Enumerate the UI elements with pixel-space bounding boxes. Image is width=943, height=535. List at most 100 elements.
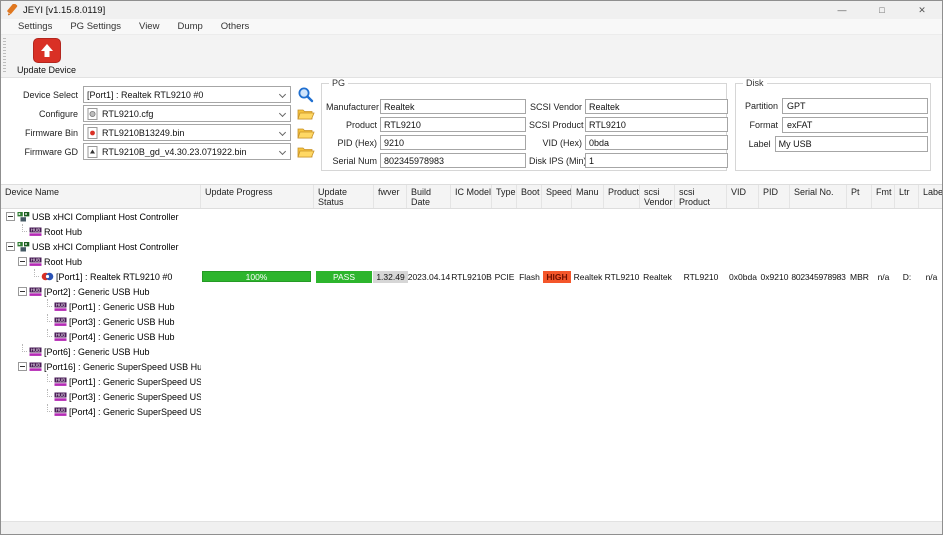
configuration-panel: Device Select [Port1] : Realtek RTL9210 …	[1, 79, 943, 184]
table-row[interactable]: HUB [Port6] : Generic USB Hub	[1, 344, 943, 359]
col-scsi-product[interactable]: scsi Product	[675, 185, 727, 208]
table-row[interactable]: HUB [Port16] : Generic SuperSpeed USB Hu…	[1, 359, 943, 374]
scsi-vendor-field[interactable]	[585, 99, 728, 114]
table-row[interactable]: HUB [Port1] : Generic SuperSpeed USB Hub	[1, 374, 943, 389]
disk-groupbox: Disk Partition GPT Format exFAT	[735, 83, 931, 171]
browse-firmware-gd-button[interactable]	[296, 143, 315, 160]
scsi-product-field[interactable]	[585, 117, 728, 132]
pid-hex-field[interactable]	[380, 135, 526, 150]
usb-hub-icon: HUB	[29, 361, 42, 372]
col-update-progress[interactable]: Update Progress	[201, 185, 314, 208]
usb-hub-icon: HUB	[29, 286, 42, 297]
col-type[interactable]: Type	[492, 185, 517, 208]
table-row[interactable]: USB xHCI Compliant Host Controller	[1, 209, 943, 224]
pid-hex-label: PID (Hex)	[326, 138, 377, 148]
volume-label-field[interactable]	[775, 136, 928, 152]
col-boot[interactable]: Boot	[517, 185, 542, 208]
folder-open-icon	[297, 107, 315, 121]
tree-collapse-toggle[interactable]	[6, 212, 15, 221]
table-row[interactable]: HUB [Port3] : Generic SuperSpeed USB Hub	[1, 389, 943, 404]
col-update-status[interactable]: Update Status	[314, 185, 374, 208]
svg-text:HUB: HUB	[56, 303, 65, 308]
col-pid[interactable]: PID	[759, 185, 790, 208]
firmware-bin-label: Firmware Bin	[3, 128, 83, 138]
serial-num-field[interactable]	[380, 153, 526, 168]
table-row[interactable]: HUB Root Hub	[1, 254, 943, 269]
tree-collapse-toggle[interactable]	[6, 242, 15, 251]
cfg-file-icon	[87, 108, 98, 120]
col-speed[interactable]: Speed	[542, 185, 572, 208]
close-button[interactable]: ✕	[902, 1, 942, 19]
menu-settings[interactable]: Settings	[9, 21, 61, 32]
update-device-button[interactable]: Update Device	[13, 37, 80, 76]
search-device-button[interactable]	[296, 86, 315, 103]
disk-ips-field[interactable]	[585, 153, 728, 168]
col-fmt[interactable]: Fmt	[872, 185, 895, 208]
status-bar	[1, 521, 943, 534]
toolbar: Update Device	[1, 35, 942, 78]
folder-open-icon	[297, 145, 315, 159]
col-serial-no[interactable]: Serial No.	[790, 185, 847, 208]
toolbar-gripper[interactable]	[3, 38, 6, 74]
menu-view[interactable]: View	[130, 21, 168, 32]
search-icon	[297, 86, 314, 103]
fwver-cell: 1.32.49	[374, 269, 407, 284]
browse-firmware-bin-button[interactable]	[296, 124, 315, 141]
speed-cell: HIGH	[542, 269, 572, 284]
menu-pg-settings[interactable]: PG Settings	[61, 21, 130, 32]
tree-connector	[43, 389, 52, 404]
tree-collapse-toggle[interactable]	[18, 287, 27, 296]
svg-text:HUB: HUB	[56, 408, 65, 413]
fmt-cell: n/a	[872, 269, 895, 284]
col-product[interactable]: Product	[604, 185, 640, 208]
browse-configure-button[interactable]	[296, 105, 315, 122]
table-row[interactable]: HUB Root Hub	[1, 224, 943, 239]
maximize-button[interactable]: □	[862, 1, 902, 19]
manufacturer-field[interactable]	[380, 99, 526, 114]
col-build-date[interactable]: Build Date	[407, 185, 451, 208]
serial-num-label: Serial Num	[326, 156, 377, 166]
update-arrow-icon	[33, 38, 61, 63]
tree-collapse-toggle[interactable]	[18, 257, 27, 266]
col-manu[interactable]: Manu	[572, 185, 604, 208]
disk-ips-label: Disk IPS (Min)	[529, 156, 582, 166]
firmware-bin-combobox[interactable]: RTL9210B13249.bin	[83, 124, 291, 141]
tree-collapse-toggle[interactable]	[18, 362, 27, 371]
product-field[interactable]	[380, 117, 526, 132]
col-vid[interactable]: VID	[727, 185, 759, 208]
table-row-realtek-device[interactable]: [Port1] : Realtek RTL9210 #0 100% PASS 1…	[1, 269, 943, 284]
device-select-combobox[interactable]: [Port1] : Realtek RTL9210 #0	[83, 86, 291, 103]
col-scsi-vendor[interactable]: scsi Vendor	[640, 185, 675, 208]
table-row[interactable]: USB xHCI Compliant Host Controller	[1, 239, 943, 254]
format-combobox[interactable]: exFAT	[782, 117, 928, 133]
boot-cell: Flash	[517, 269, 542, 284]
vid-cell: 0x0bda	[727, 269, 759, 284]
menu-dump[interactable]: Dump	[168, 21, 211, 32]
firmware-gd-combobox[interactable]: RTL9210B_gd_v4.30.23.071922.bin	[83, 143, 291, 160]
device-tree: USB xHCI Compliant Host Controller HUB R…	[1, 209, 943, 521]
table-row[interactable]: HUB [Port2] : Generic USB Hub	[1, 284, 943, 299]
col-pt[interactable]: Pt	[847, 185, 872, 208]
col-ltr[interactable]: Ltr	[895, 185, 919, 208]
table-row[interactable]: HUB [Port3] : Generic USB Hub	[1, 314, 943, 329]
tree-connector	[30, 269, 39, 284]
tree-connector	[43, 374, 52, 389]
vid-hex-field[interactable]	[585, 135, 728, 150]
col-label[interactable]: Label	[919, 185, 943, 208]
configure-combobox[interactable]: RTL9210.cfg	[83, 105, 291, 122]
usb-device-icon	[41, 271, 54, 282]
table-row[interactable]: HUB [Port4] : Generic SuperSpeed USB Hub	[1, 404, 943, 419]
vid-hex-label: VID (Hex)	[529, 138, 582, 148]
table-row[interactable]: HUB [Port1] : Generic USB Hub	[1, 299, 943, 314]
usb-hub-icon: HUB	[54, 316, 67, 327]
file-selection-form: Device Select [Port1] : Realtek RTL9210 …	[3, 86, 315, 162]
partition-combobox[interactable]: GPT	[782, 98, 928, 114]
col-fwver[interactable]: fwver	[374, 185, 407, 208]
col-device-name[interactable]: Device Name	[1, 185, 201, 208]
ltr-cell: D:	[895, 269, 919, 284]
menu-others[interactable]: Others	[212, 21, 259, 32]
minimize-button[interactable]: —	[822, 1, 862, 19]
usb-hub-icon: HUB	[29, 226, 42, 237]
table-row[interactable]: HUB [Port4] : Generic USB Hub	[1, 329, 943, 344]
col-ic-model[interactable]: IC Model	[451, 185, 492, 208]
